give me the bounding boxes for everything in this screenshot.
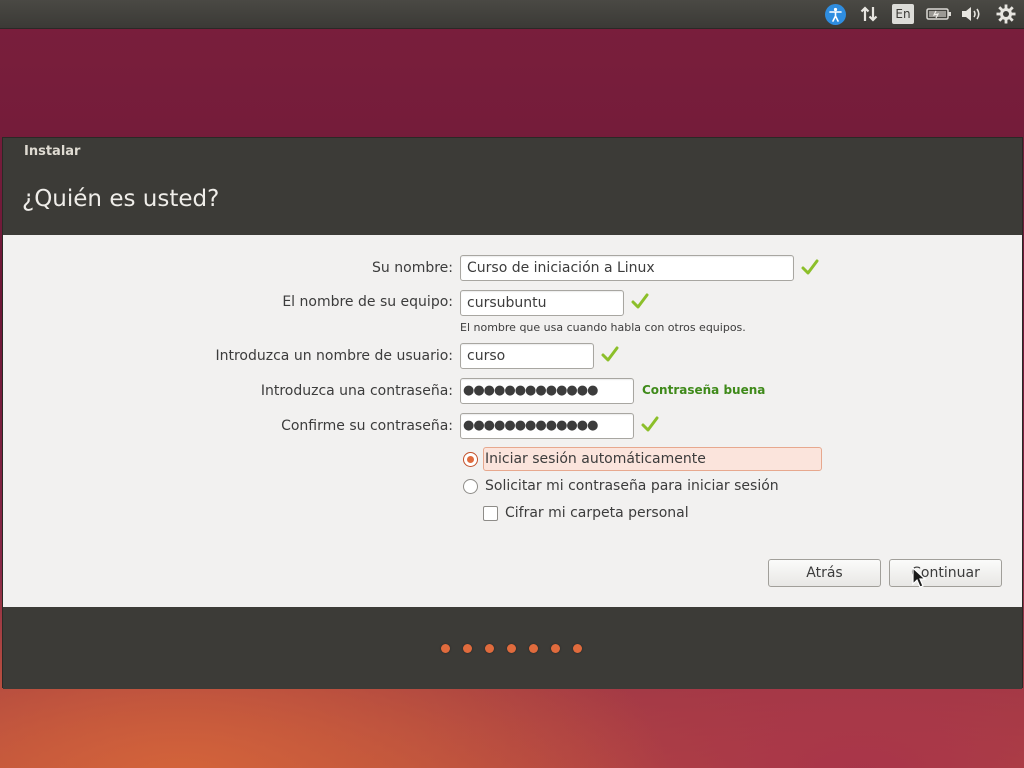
confirm-password-label: Confirme su contraseña: bbox=[281, 418, 453, 434]
slideshow-footer bbox=[3, 607, 1022, 689]
system-gear-icon[interactable] bbox=[995, 3, 1017, 25]
window-header: Instalar ¿Quién es usted? bbox=[3, 138, 1022, 235]
username-field[interactable]: curso bbox=[460, 343, 594, 369]
autologin-option[interactable]: Iniciar sesión automáticamente bbox=[463, 447, 706, 471]
network-icon[interactable] bbox=[859, 3, 879, 25]
computer-name-hint: El nombre que usa cuando habla con otros… bbox=[460, 321, 746, 334]
progress-dot bbox=[529, 644, 538, 653]
accessibility-icon[interactable] bbox=[824, 3, 846, 25]
password-label: Introduzca una contraseña: bbox=[260, 383, 453, 399]
progress-dots bbox=[441, 644, 582, 653]
confirm-password-valid-check-icon bbox=[641, 416, 659, 432]
progress-dot bbox=[507, 644, 516, 653]
encrypt-home-option[interactable]: Cifrar mi carpeta personal bbox=[483, 501, 689, 525]
autologin-label: Iniciar sesión automáticamente bbox=[485, 451, 706, 467]
window-title: Instalar bbox=[24, 144, 81, 159]
progress-dot bbox=[441, 644, 450, 653]
progress-dot bbox=[463, 644, 472, 653]
encrypt-home-checkbox[interactable] bbox=[483, 505, 498, 521]
top-panel: En bbox=[0, 0, 1024, 29]
username-valid-check-icon bbox=[601, 346, 619, 362]
confirm-password-field[interactable]: ●●●●●●●●●●●●● bbox=[460, 413, 634, 439]
require-password-label: Solicitar mi contraseña para iniciar ses… bbox=[485, 478, 779, 494]
name-valid-check-icon bbox=[801, 259, 819, 275]
back-button[interactable]: Atrás bbox=[768, 559, 881, 587]
require-password-option[interactable]: Solicitar mi contraseña para iniciar ses… bbox=[463, 474, 779, 498]
computer-name-valid-check-icon bbox=[631, 293, 649, 309]
continue-button[interactable]: Continuar bbox=[889, 559, 1002, 587]
progress-dot bbox=[573, 644, 582, 653]
installer-window: Instalar ¿Quién es usted? Su nombre: Cur… bbox=[2, 137, 1023, 689]
computer-name-label: El nombre de su equipo: bbox=[282, 294, 453, 310]
encrypt-home-label: Cifrar mi carpeta personal bbox=[505, 505, 689, 521]
name-field[interactable]: Curso de iniciación a Linux bbox=[460, 255, 794, 281]
volume-icon[interactable] bbox=[960, 3, 984, 25]
mouse-pointer-icon bbox=[912, 567, 927, 588]
password-field[interactable]: ●●●●●●●●●●●●● bbox=[460, 378, 634, 404]
autologin-radio[interactable] bbox=[463, 451, 478, 467]
language-label: En bbox=[892, 4, 914, 24]
require-password-radio[interactable] bbox=[463, 478, 478, 494]
battery-icon[interactable] bbox=[925, 3, 953, 25]
computer-name-field[interactable]: cursubuntu bbox=[460, 290, 624, 316]
page-title: ¿Quién es usted? bbox=[22, 186, 220, 212]
progress-dot bbox=[485, 644, 494, 653]
name-label: Su nombre: bbox=[372, 260, 453, 276]
progress-dot bbox=[551, 644, 560, 653]
username-label: Introduzca un nombre de usuario: bbox=[215, 348, 453, 364]
user-form: Su nombre: Curso de iniciación a Linux E… bbox=[3, 235, 1022, 607]
password-strength-label: Contraseña buena bbox=[642, 383, 766, 397]
keyboard-language-indicator[interactable]: En bbox=[892, 3, 914, 25]
